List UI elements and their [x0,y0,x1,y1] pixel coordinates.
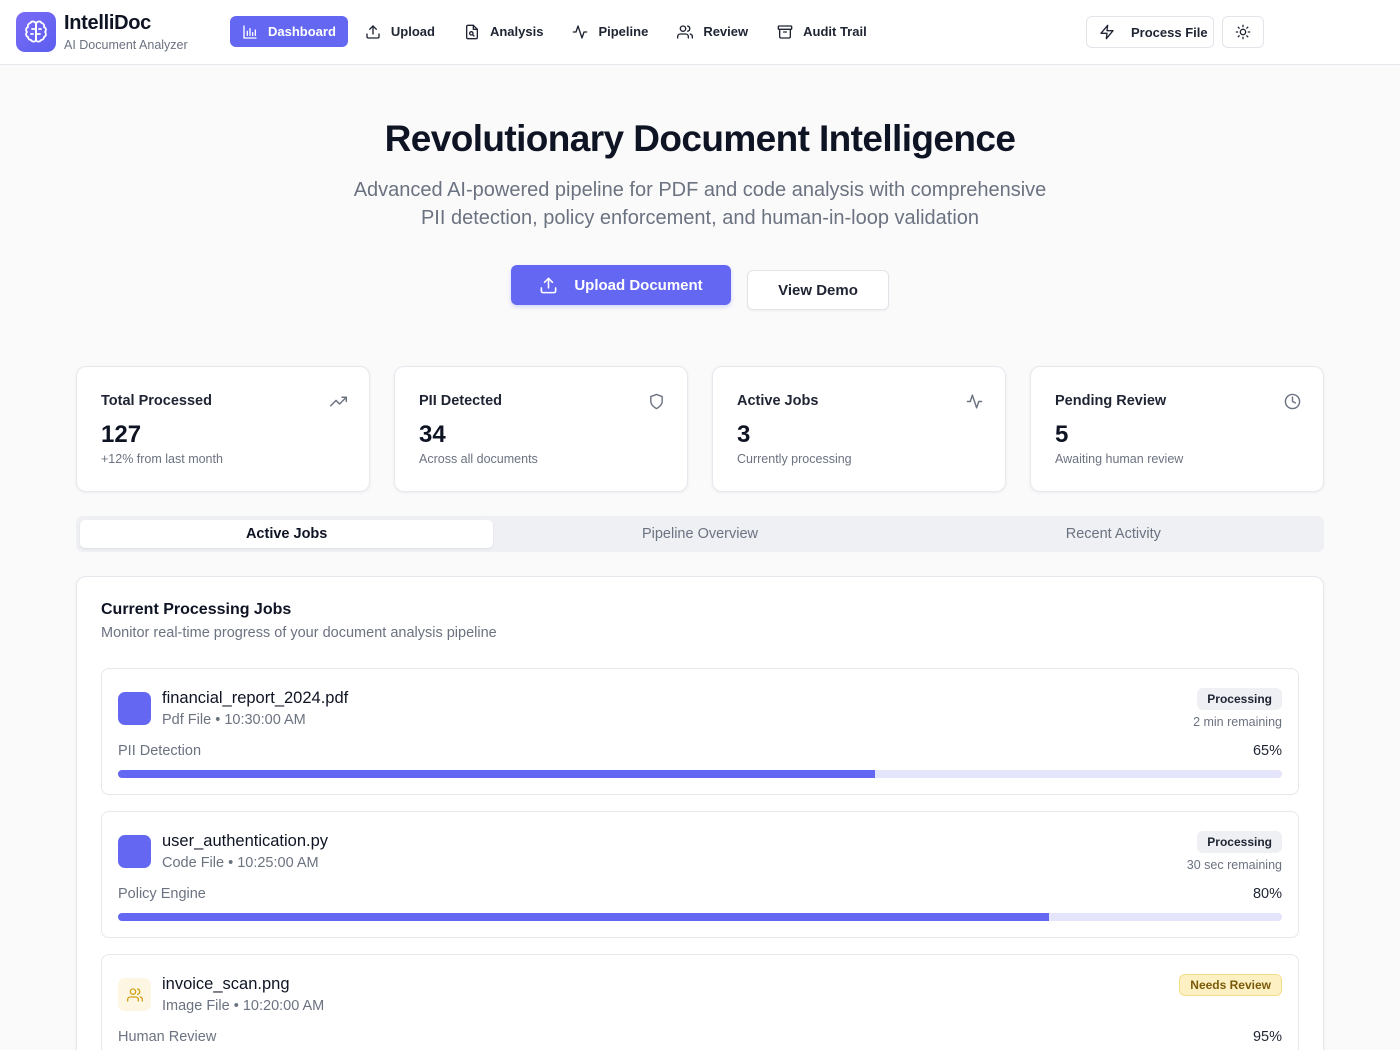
job-stage: Policy Engine [118,886,206,902]
users-icon [677,24,694,39]
stat-value: 5 [1055,421,1069,448]
stat-subtext: Currently processing [737,452,852,466]
bar-chart-icon [243,24,257,39]
hero-subtitle-line1: Advanced AI-powered pipeline for PDF and… [353,179,1047,201]
process-file-label: Process File [1131,24,1208,40]
stat-label: Active Jobs [737,393,819,409]
job-time: 10:30:00 AM [224,712,306,728]
nav-analysis[interactable]: Analysis [452,16,555,47]
stat-subtext: Awaiting human review [1055,452,1184,466]
upload-icon [540,277,557,293]
nav-audit-trail-label: Audit Trail [803,24,867,39]
tab-active-jobs[interactable]: Active Jobs [80,520,494,548]
job-progress-label: 65% [1252,743,1282,759]
jobs-panel: Current Processing Jobs Monitor real-tim… [76,576,1324,1050]
job-time: 10:20:00 AM [242,998,325,1014]
stat-label: Total Processed [101,393,212,409]
status-badge: Needs Review [1179,974,1282,996]
activity-icon [573,24,588,39]
job-progress-label: 80% [1252,886,1282,902]
view-demo-button[interactable]: View Demo [747,270,889,310]
job-meta: Pdf File • 10:30:00 AM [162,712,306,728]
job-file-type: Code File [162,855,225,871]
job-meta: Image File • 10:20:00 AM [162,998,325,1014]
job-progress-label: 95% [1252,1029,1282,1045]
archive-icon [777,24,793,39]
job-file-type: Image File [162,998,230,1014]
progress-fill [118,913,1050,921]
stat-card-pending-review: Pending Review 5 Awaiting human review [1030,366,1324,492]
job-stage: PII Detection [118,743,202,759]
status-badge: Processing [1197,688,1282,710]
nav-review[interactable]: Review [665,16,760,47]
stat-card-pii-detected: PII Detected 34 Across all documents [394,366,688,492]
file-type-icon [118,835,151,868]
panel-title: Current Processing Jobs [101,601,292,618]
brand-name: IntelliDoc [64,12,152,34]
trending-up-icon [330,396,347,407]
stat-label: PII Detected [419,393,502,409]
brain-logo-icon[interactable] [16,12,56,52]
nav-analysis-label: Analysis [489,24,544,39]
hero-subtitle: Advanced AI-powered pipeline for PDF and… [300,176,1100,232]
stat-card-active-jobs: Active Jobs 3 Currently processing [712,366,1006,492]
hero-title: Revolutionary Document Intelligence [384,118,1016,159]
brand-tagline: AI Document Analyzer [64,38,188,52]
nav-review-label: Review [703,24,749,39]
nav-dashboard[interactable]: Dashboard [230,16,348,47]
upload-document-label: Upload Document [574,276,703,294]
file-search-icon [465,24,478,39]
zap-icon [1100,24,1114,40]
status-badge: Processing [1197,831,1282,853]
nav-dashboard-label: Dashboard [268,24,336,39]
progress-bar [118,913,1282,921]
file-type-icon [118,692,151,725]
main-nav: Dashboard Upload Analysis Pipeline Revie… [230,16,884,47]
job-file-type: Pdf File [162,712,212,728]
clock-icon [1284,393,1301,410]
job-card[interactable]: invoice_scan.png Image File • 10:20:00 A… [101,954,1299,1050]
progress-bar [118,770,1282,778]
tab-pipeline-overview[interactable]: Pipeline Overview [493,520,906,548]
stat-label: Pending Review [1055,393,1167,409]
theme-toggle-button[interactable] [1222,16,1264,48]
upload-icon [366,24,380,39]
stat-subtext: Across all documents [419,452,538,466]
view-tabs: Active Jobs Pipeline Overview Recent Act… [76,516,1324,552]
job-stage: Human Review [118,1029,217,1045]
nav-pipeline-label: Pipeline [598,24,649,39]
sun-icon [1235,24,1251,40]
shield-icon [650,393,663,410]
job-meta: Code File • 10:25:00 AM [162,855,319,871]
nav-upload-label: Upload [390,24,435,39]
hero-subtitle-line2: PII detection, policy enforcement, and h… [420,207,980,229]
app-header: IntelliDoc AI Document Analyzer Dashboar… [0,0,1400,65]
panel-subtitle: Monitor real-time progress of your docum… [101,625,497,641]
job-card[interactable]: user_authentication.py Code File • 10:25… [101,811,1299,938]
job-file-name: financial_report_2024.pdf [162,689,349,707]
job-card[interactable]: financial_report_2024.pdf Pdf File • 10:… [101,668,1299,795]
stat-card-total-processed: Total Processed 127 +12% from last month [76,366,370,492]
stat-subtext: +12% from last month [101,452,223,466]
job-file-name: invoice_scan.png [162,975,290,993]
activity-icon [966,394,983,409]
process-file-button[interactable]: Process File [1086,16,1214,48]
job-time: 10:25:00 AM [237,855,319,871]
job-remaining: 30 sec remaining [1186,858,1282,872]
stat-value: 127 [101,421,142,448]
progress-fill [118,770,875,778]
stat-value: 34 [419,421,446,448]
nav-audit-trail[interactable]: Audit Trail [765,16,879,47]
users-icon [118,978,151,1011]
upload-document-button[interactable]: Upload Document [511,265,731,305]
stat-value: 3 [737,421,751,448]
job-remaining: 2 min remaining [1193,715,1282,729]
job-file-name: user_authentication.py [162,832,329,850]
nav-pipeline[interactable]: Pipeline [560,16,660,47]
tab-recent-activity[interactable]: Recent Activity [907,520,1320,548]
nav-upload[interactable]: Upload [353,16,447,47]
